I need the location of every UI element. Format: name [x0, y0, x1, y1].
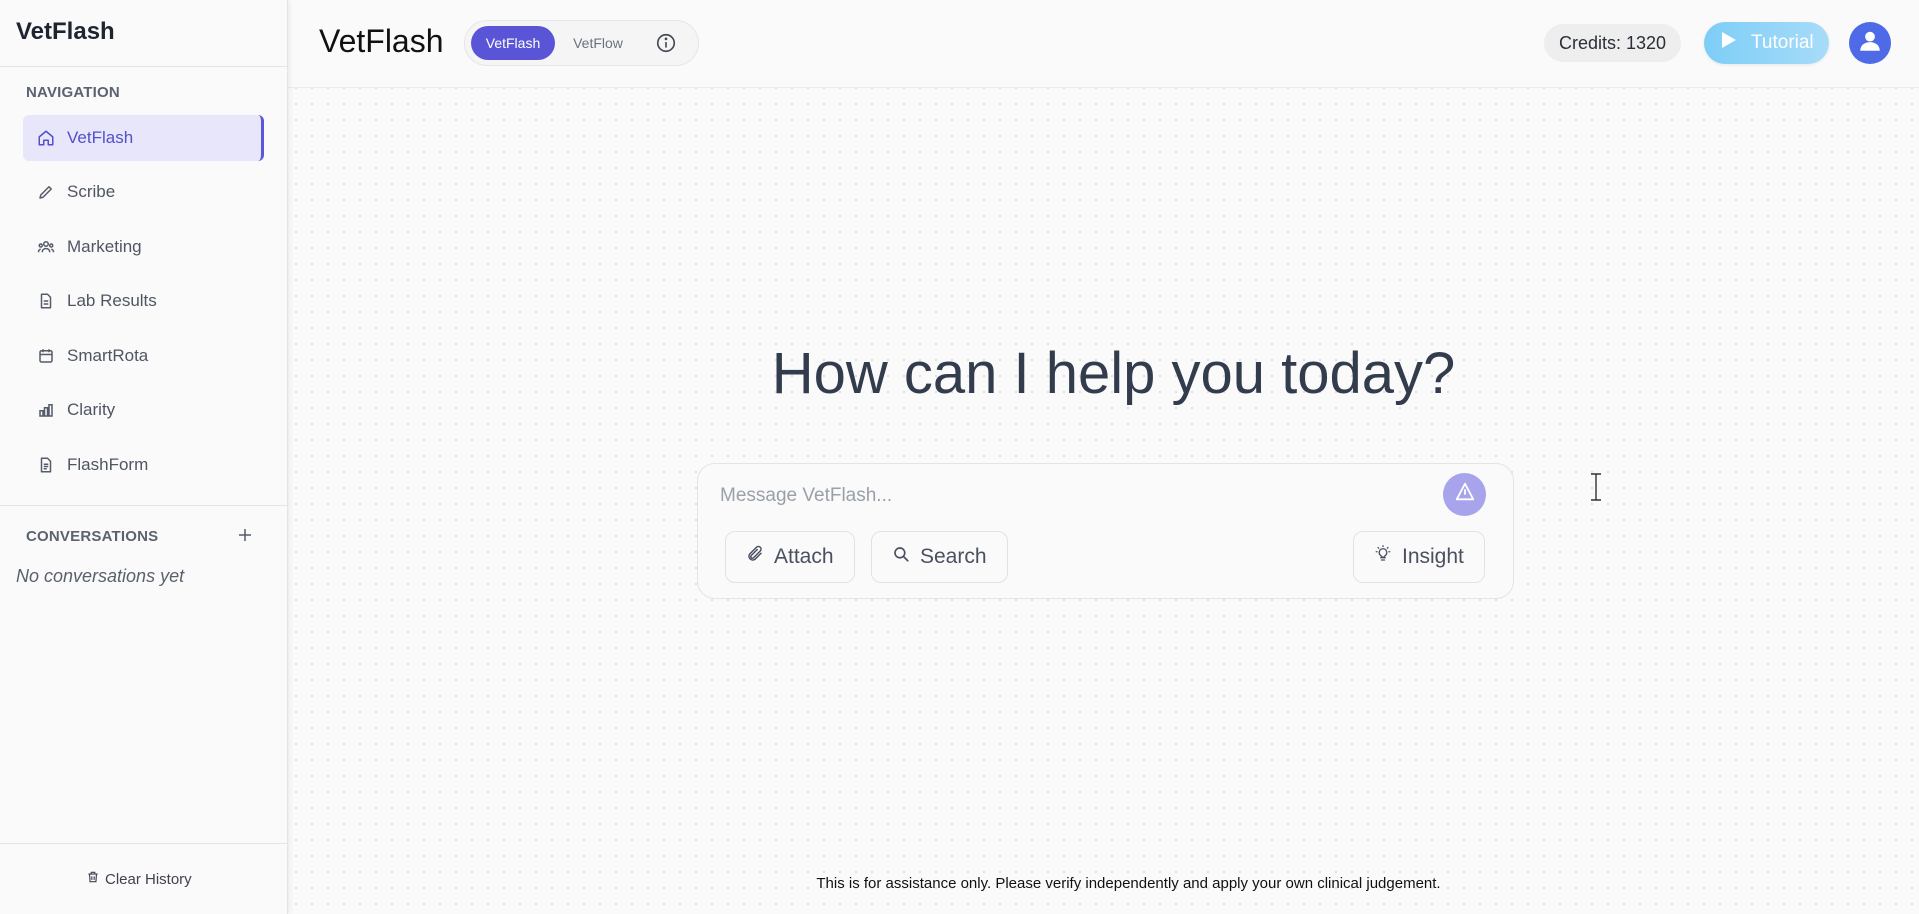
plus-icon: [236, 526, 254, 549]
lightbulb-icon: [1374, 545, 1392, 569]
text-cursor-icon: [1589, 473, 1603, 501]
sidebar-item-label: Lab Results: [67, 291, 157, 310]
insight-button[interactable]: Insight: [1353, 531, 1485, 583]
empty-conversations-text: No conversations yet: [16, 566, 185, 586]
sidebar-item-vetflash[interactable]: VetFlash: [23, 115, 264, 161]
sidebar-item-label: VetFlash: [67, 128, 134, 147]
paperclip-icon: [746, 545, 764, 569]
users-icon: [37, 238, 55, 256]
search-icon: [892, 545, 910, 569]
sidebar-item-label: Scribe: [67, 182, 116, 201]
greeting-heading: How can I help you today?: [771, 341, 1456, 406]
calendar-icon: [37, 347, 55, 365]
sidebar-item-clarity[interactable]: Clarity: [23, 387, 264, 433]
pencil-icon: [37, 183, 55, 201]
play-icon: [1721, 31, 1737, 55]
sidebar-item-flashform[interactable]: FlashForm: [23, 442, 264, 488]
sidebar-item-label: FlashForm: [67, 455, 149, 474]
sidebar-item-marketing[interactable]: Marketing: [23, 224, 264, 270]
sidebar-item-label: Marketing: [67, 237, 142, 256]
disclaimer-text: This is for assistance only. Please veri…: [816, 875, 1441, 892]
sidebar-item-smartrota[interactable]: SmartRota: [23, 333, 264, 379]
divider: [0, 505, 288, 506]
sidebar-item-scribe[interactable]: Scribe: [23, 169, 264, 215]
clear-history-label: Clear History: [105, 870, 192, 888]
user-icon: [1857, 28, 1883, 59]
trash-icon: [86, 870, 100, 888]
sidebar-item-label: SmartRota: [67, 346, 149, 365]
mode-option-vetflash[interactable]: VetFlash: [471, 26, 555, 60]
page-title: VetFlash: [319, 23, 444, 59]
conversations-label: CONVERSATIONS: [26, 528, 159, 545]
message-input[interactable]: [720, 482, 1420, 510]
sidebar-item-lab-results[interactable]: Lab Results: [23, 278, 264, 324]
main-area: VetFlash VetFlash VetFlow Credits: 1320 …: [288, 0, 1919, 914]
new-conversation-button[interactable]: [234, 526, 256, 548]
attach-label: Attach: [774, 545, 834, 568]
send-button[interactable]: [1443, 473, 1486, 516]
search-button[interactable]: Search: [871, 531, 1008, 583]
mode-option-vetflow[interactable]: VetFlow: [560, 26, 636, 60]
clear-history-button[interactable]: Clear History: [86, 870, 192, 888]
sidebar: VetFlash NAVIGATION VetFlash Scribe Mark…: [0, 0, 288, 914]
credits-badge: Credits: 1320: [1544, 24, 1682, 62]
tutorial-button[interactable]: Tutorial: [1704, 22, 1829, 64]
home-icon: [37, 129, 55, 147]
sidebar-item-label: Clarity: [67, 400, 116, 419]
avatar[interactable]: [1849, 22, 1891, 64]
divider: [0, 843, 288, 844]
mode-toggle: VetFlash VetFlow: [464, 20, 699, 66]
navigation-label: NAVIGATION: [26, 84, 120, 101]
bar-chart-icon: [37, 401, 55, 419]
send-icon: [1454, 481, 1476, 508]
sidebar-brand: VetFlash: [16, 18, 115, 45]
insight-label: Insight: [1402, 545, 1464, 568]
divider: [0, 66, 288, 67]
top-bar: VetFlash VetFlash VetFlow Credits: 1320 …: [288, 0, 1919, 88]
form-icon: [37, 456, 55, 474]
attach-button[interactable]: Attach: [725, 531, 855, 583]
search-label: Search: [920, 545, 987, 568]
message-composer: Attach Search Insight: [697, 463, 1514, 599]
document-icon: [37, 292, 55, 310]
info-icon[interactable]: [655, 32, 677, 54]
tutorial-label: Tutorial: [1751, 32, 1814, 53]
